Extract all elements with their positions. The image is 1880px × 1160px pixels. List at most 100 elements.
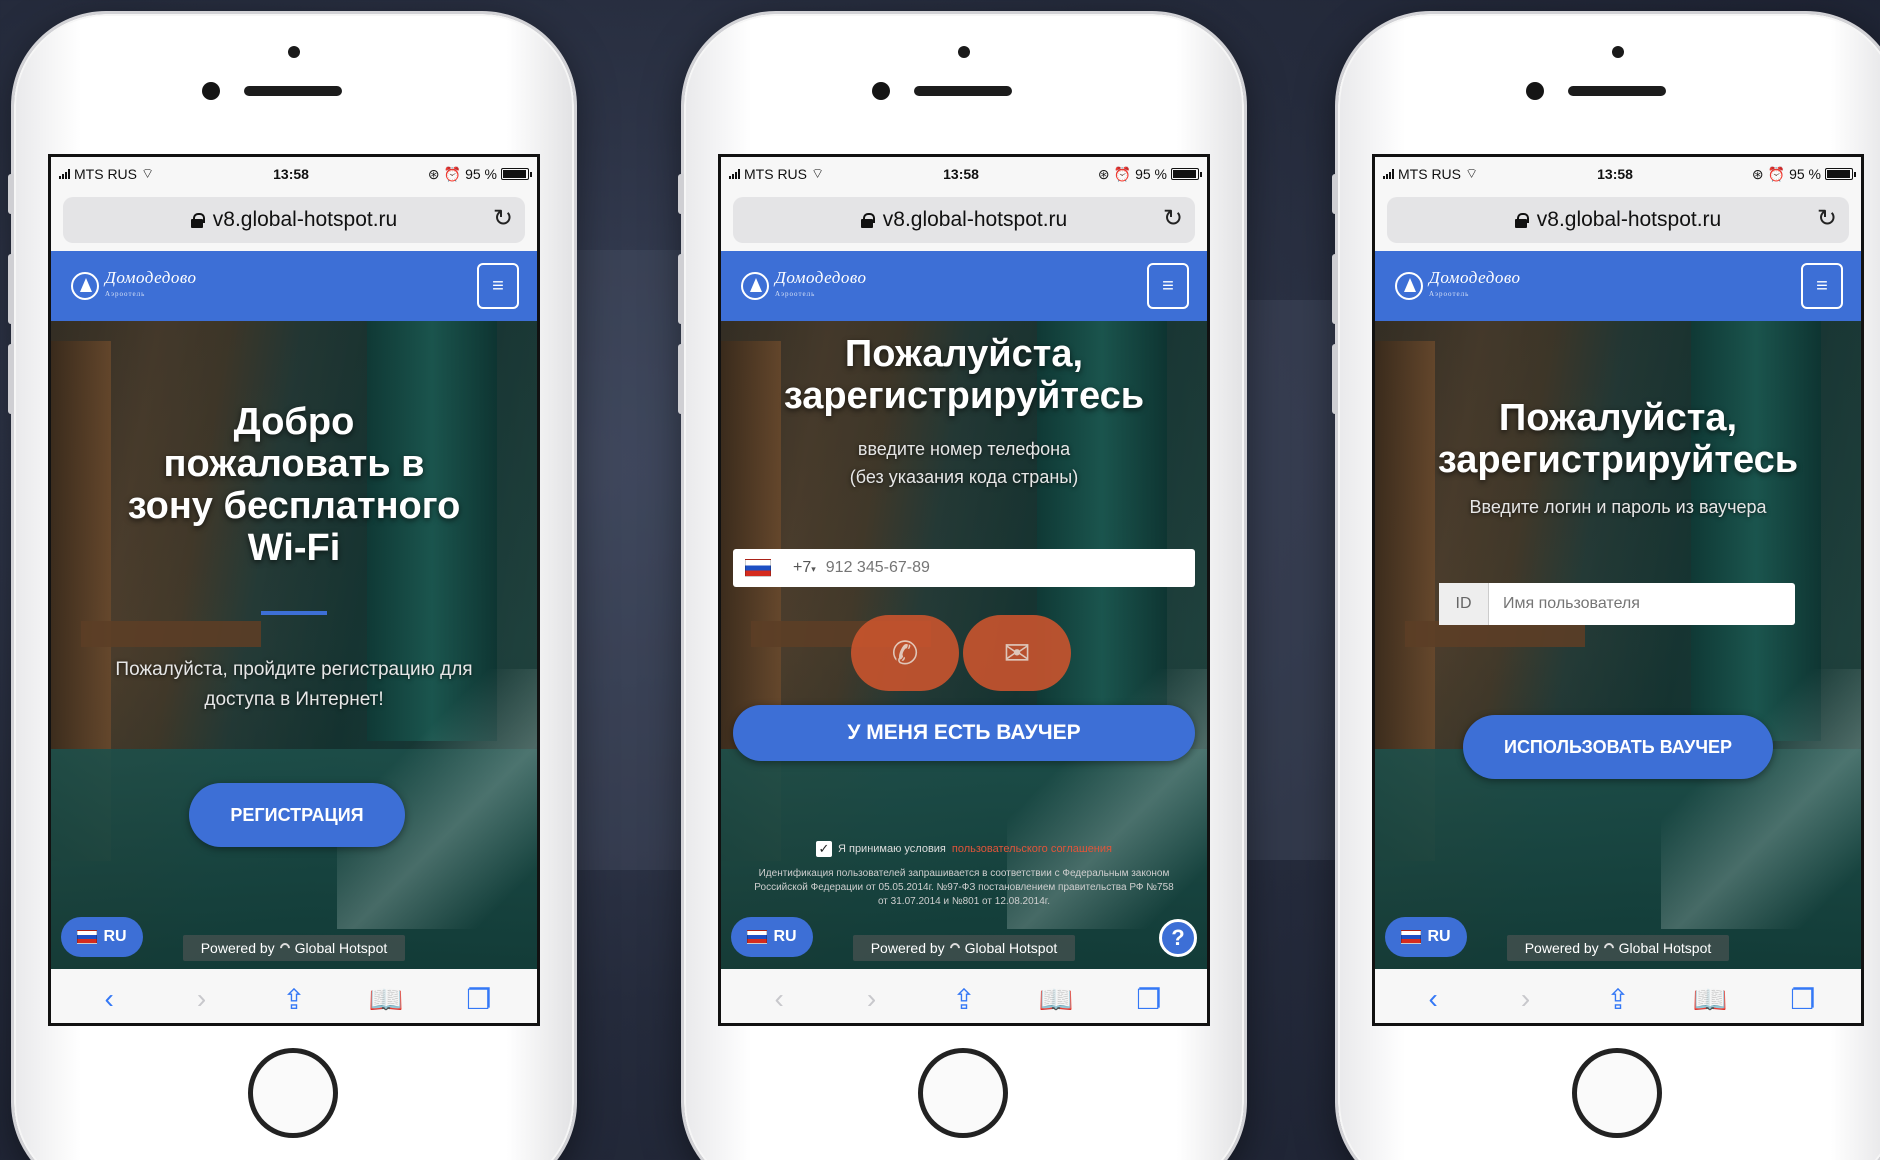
- url-text: v8.global-hotspot.ru: [212, 208, 398, 231]
- agreement-row: ✓ Я принимаю условия пользовательского с…: [721, 841, 1207, 857]
- mute-switch: [1332, 174, 1338, 214]
- carrier-name: MTS RUS: [74, 166, 137, 182]
- forward-icon[interactable]: ›: [1506, 983, 1546, 1015]
- bookmarks-icon[interactable]: 📖: [1036, 983, 1076, 1016]
- powered-prefix: Powered by: [870, 940, 945, 956]
- have-voucher-button[interactable]: У МЕНЯ ЕСТЬ ВАУЧЕР: [733, 705, 1195, 761]
- chevron-down-icon: ▾: [811, 564, 816, 574]
- help-button[interactable]: ?: [1159, 919, 1197, 957]
- phone-input-row: +7▾: [733, 549, 1195, 587]
- brand-logo[interactable]: Домодедово Аэроотель: [1395, 268, 1521, 302]
- app-header: Домодедово Аэроотель ≡: [721, 251, 1207, 321]
- clock: 13:58: [273, 166, 309, 182]
- screen: MTS RUS ⌔ 13:58 ⊛ ⏰ 95 % v8.global-hotsp…: [1372, 154, 1864, 1026]
- wifi-icon: ⌔: [811, 165, 825, 181]
- envelope-icon: ✉: [1003, 635, 1031, 671]
- share-icon[interactable]: ⇪: [1598, 983, 1638, 1016]
- title-divider: [261, 611, 327, 615]
- status-bar: MTS RUS ⌔ 13:58 ⊛ ⏰ 95 %: [51, 157, 537, 191]
- rotation-lock-icon: ⊛: [1751, 165, 1764, 182]
- sms-verify-button[interactable]: ✉: [963, 615, 1071, 691]
- bookmarks-icon[interactable]: 📖: [366, 983, 406, 1016]
- menu-button[interactable]: ≡: [1147, 263, 1189, 309]
- title-line: Добро: [233, 401, 355, 443]
- front-camera: [1526, 82, 1544, 100]
- reload-icon[interactable]: ↻: [1163, 207, 1183, 231]
- front-camera: [202, 82, 220, 100]
- agreement-link[interactable]: пользовательского соглашения: [952, 843, 1112, 855]
- volume-up-button: [8, 254, 14, 324]
- share-icon[interactable]: ⇪: [944, 983, 984, 1016]
- language-button[interactable]: RU: [1385, 917, 1467, 957]
- agree-text: Я принимаю условия: [837, 843, 946, 855]
- share-icon[interactable]: ⇪: [274, 983, 314, 1016]
- brand-logo[interactable]: Домодедово Аэроотель: [71, 269, 196, 302]
- powered-brand: Global Hotspot: [294, 940, 388, 956]
- brand-name: Домодедово: [1429, 268, 1521, 287]
- url-field[interactable]: v8.global-hotspot.ru ↻: [1387, 197, 1849, 243]
- use-voucher-button[interactable]: ИСПОЛЬЗОВАТЬ ВАУЧЕР: [1463, 715, 1773, 779]
- hotspot-icon: [277, 940, 292, 956]
- brand-logo[interactable]: Домодедово Аэроотель: [741, 268, 867, 302]
- back-icon[interactable]: ‹: [759, 983, 799, 1015]
- back-icon[interactable]: ‹: [89, 983, 129, 1015]
- back-icon[interactable]: ‹: [1413, 983, 1453, 1015]
- browser-toolbar: ‹ › ⇪ 📖 ❐: [51, 969, 537, 1023]
- home-button[interactable]: [918, 1048, 1008, 1138]
- agree-checkbox[interactable]: ✓: [815, 841, 832, 857]
- title-line: зону бесплатного: [127, 485, 461, 527]
- language-button[interactable]: RU: [61, 917, 143, 957]
- call-verify-button[interactable]: ✆: [851, 615, 959, 691]
- phone-input[interactable]: [825, 559, 1156, 577]
- country-code: +7: [793, 559, 812, 576]
- url-field[interactable]: v8.global-hotspot.ru ↻: [733, 197, 1195, 243]
- forward-icon[interactable]: ›: [182, 983, 222, 1015]
- hotspot-icon: [1601, 940, 1616, 956]
- mute-switch: [8, 174, 14, 214]
- id-label: ID: [1439, 583, 1489, 625]
- forward-icon[interactable]: ›: [852, 983, 892, 1015]
- battery-percent: 95 %: [1135, 166, 1167, 182]
- powered-by[interactable]: Powered by Global Hotspot: [1507, 935, 1729, 961]
- register-button[interactable]: РЕГИСТРАЦИЯ: [189, 783, 405, 847]
- volume-up-button: [1332, 254, 1338, 324]
- powered-by[interactable]: Powered by Global Hotspot: [183, 935, 405, 961]
- reload-icon[interactable]: ↻: [1817, 207, 1837, 231]
- page-title: Добро пожаловать в зону бесплатного Wi-F…: [51, 401, 537, 569]
- reload-icon[interactable]: ↻: [493, 207, 513, 231]
- clock: 13:58: [1597, 166, 1633, 182]
- russia-flag-icon[interactable]: [745, 559, 771, 577]
- tabs-icon[interactable]: ❐: [459, 983, 499, 1016]
- title-line: зарегистрируйтесь: [783, 375, 1145, 417]
- url-field[interactable]: v8.global-hotspot.ru ↻: [63, 197, 525, 243]
- rotation-lock-icon: ⊛: [1097, 165, 1110, 182]
- powered-brand: Global Hotspot: [964, 940, 1058, 956]
- browser-address-bar: v8.global-hotspot.ru ↻: [721, 191, 1207, 251]
- home-button[interactable]: [248, 1048, 338, 1138]
- logo-emblem-icon: [741, 272, 769, 300]
- screen: MTS RUS ⌔ 13:58 ⊛ ⏰ 95 % v8.global-hotsp…: [718, 154, 1210, 1026]
- mute-switch: [678, 174, 684, 214]
- voucher-login-section: Пожалуйста, зарегистрируйтесь Введите ло…: [1375, 321, 1861, 969]
- earpiece-speaker: [1568, 86, 1666, 96]
- home-button[interactable]: [1572, 1048, 1662, 1138]
- brand-name: Домодедово: [775, 268, 867, 287]
- username-input[interactable]: [1503, 595, 1783, 613]
- alarm-icon: ⏰: [443, 165, 462, 182]
- screen: MTS RUS ⌔ 13:58 ⊛ ⏰ 95 % v8.global-hotsp…: [48, 154, 540, 1026]
- tabs-icon[interactable]: ❐: [1783, 983, 1823, 1016]
- battery-icon: [1170, 168, 1202, 180]
- battery-percent: 95 %: [465, 166, 497, 182]
- earpiece-speaker: [914, 86, 1012, 96]
- powered-by[interactable]: Powered by Global Hotspot: [853, 935, 1075, 961]
- country-code-select[interactable]: +7▾: [793, 559, 816, 577]
- wifi-icon: ⌔: [1465, 165, 1479, 181]
- battery-icon: [1824, 168, 1856, 180]
- menu-button[interactable]: ≡: [477, 263, 519, 309]
- title-line: пожаловать в: [163, 443, 425, 485]
- tabs-icon[interactable]: ❐: [1129, 983, 1169, 1016]
- bookmarks-icon[interactable]: 📖: [1690, 983, 1730, 1016]
- language-button[interactable]: RU: [731, 917, 813, 957]
- menu-button[interactable]: ≡: [1801, 263, 1843, 309]
- brand-subtitle: Аэроотель: [775, 290, 816, 298]
